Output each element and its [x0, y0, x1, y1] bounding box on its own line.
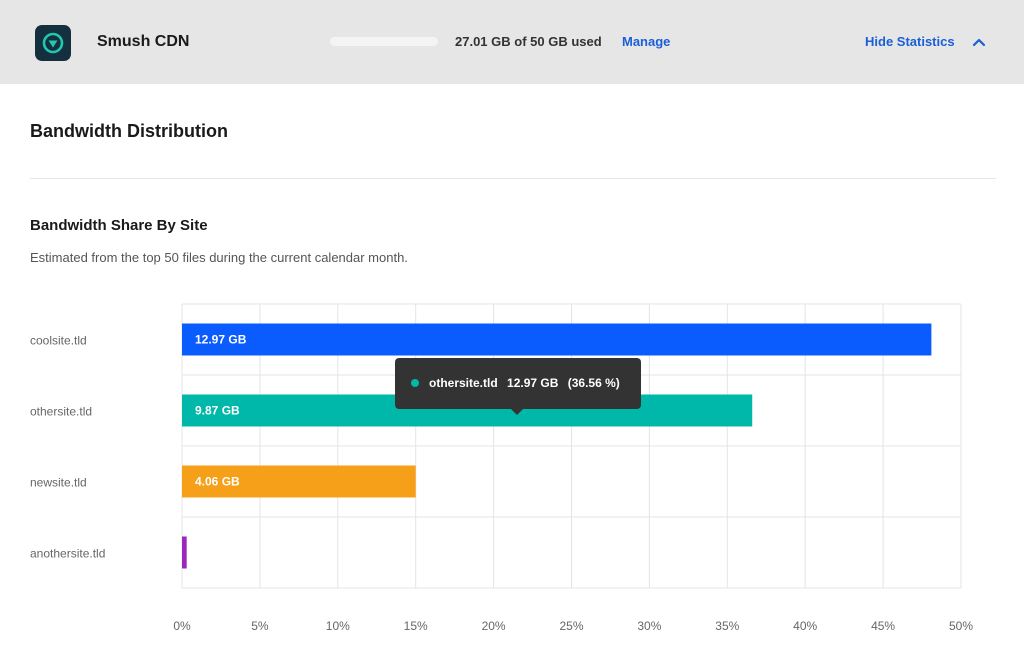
tooltip-label: othersite.tld 12.97 GB (36.56 %): [429, 376, 626, 390]
x-tick-label: 25%: [559, 619, 583, 633]
usage-progress-fill: [330, 37, 389, 46]
cdn-header: Smush CDN 27.01 GB of 50 GB used Manage …: [0, 0, 1024, 84]
bar-value-label: 12.97 GB: [195, 333, 247, 347]
bar-anothersite-tld: [182, 536, 187, 569]
x-tick-label: 15%: [404, 619, 428, 633]
usage-progress-bar: [330, 37, 438, 46]
category-label: coolsite.tld: [30, 334, 87, 348]
chart-subtitle: Estimated from the top 50 files during t…: [30, 250, 408, 265]
manage-link[interactable]: Manage: [622, 34, 670, 49]
section-title: Bandwidth Distribution: [30, 121, 228, 141]
x-tick-label: 0%: [173, 619, 191, 633]
x-tick-label: 5%: [251, 619, 269, 633]
category-label: othersite.tld: [30, 405, 92, 419]
x-tick-label: 30%: [637, 619, 661, 633]
bar-coolsite-tld: [182, 323, 932, 356]
chevron-up-icon[interactable]: [971, 36, 987, 48]
usage-text: 27.01 GB of 50 GB used: [455, 34, 602, 49]
x-tick-label: 10%: [326, 619, 350, 633]
bar-value-label: 4.06 GB: [195, 475, 240, 489]
x-tick-label: 40%: [793, 619, 817, 633]
tooltip-site: othersite.tld: [429, 376, 498, 390]
chart-title: Bandwidth Share By Site: [30, 217, 208, 234]
tooltip-arrow: [511, 409, 523, 415]
bar-value-label: 9.87 GB: [195, 404, 240, 418]
hide-statistics-link[interactable]: Hide Statistics: [865, 34, 955, 49]
x-tick-label: 35%: [715, 619, 739, 633]
x-tick-label: 45%: [871, 619, 895, 633]
tooltip-percent: (36.56 %): [567, 376, 620, 390]
tooltip-size: 12.97 GB: [507, 376, 559, 390]
bandwidth-bar-chart: 0% 5% 10% 15% 20% 25% 30% 35% 40% 45% 50% coolsite.…: [30, 303, 973, 633]
chart-tooltip: othersite.tld 12.97 GB (36.56 %): [395, 358, 641, 415]
category-label: newsite.tld: [30, 476, 87, 490]
app-title: Smush CDN: [97, 33, 190, 50]
x-tick-label: 20%: [482, 619, 506, 633]
smush-logo-icon: [35, 25, 71, 61]
category-label: anothersite.tld: [30, 547, 105, 561]
divider: [30, 178, 996, 179]
x-tick-label: 50%: [949, 619, 973, 633]
tooltip-series-dot: [411, 379, 419, 387]
